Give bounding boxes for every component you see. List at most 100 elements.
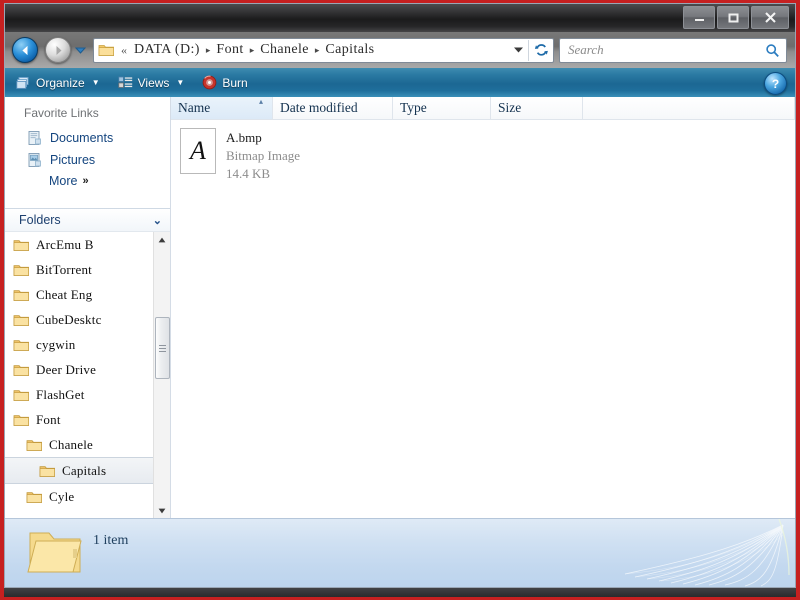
triangle-up-icon (158, 237, 166, 243)
views-label: Views (137, 75, 170, 90)
breadcrumb-overflow-button[interactable]: « (119, 43, 130, 58)
column-header[interactable]: Size (491, 97, 583, 119)
folder-icon (39, 465, 55, 477)
folder-tree-item[interactable]: FlashGet (5, 382, 170, 407)
folder-tree[interactable]: ArcEmu B BitTorrent Cheat Eng CubeDesktc cyg… (5, 231, 170, 519)
folder-tree-item[interactable]: BitTorrent (5, 257, 170, 282)
breadcrumb-item-0[interactable]: DATA (D:) (131, 41, 203, 59)
close-button[interactable] (751, 6, 789, 29)
folder-icon (13, 314, 29, 326)
breadcrumb-item-1[interactable]: Font (213, 41, 246, 59)
navigation-bar: « DATA (D:) ▸ Font ▸ Chanele ▸ Capitals (5, 32, 795, 68)
folder-icon (39, 464, 56, 478)
folder-icon (26, 491, 42, 503)
breadcrumb-separator-2[interactable]: ▸ (313, 45, 322, 56)
sort-ascending-icon: ▴ (258, 97, 263, 106)
column-header[interactable]: Name ▴ (171, 97, 273, 119)
maximize-button[interactable] (717, 6, 749, 29)
folder-tree-item-label: CubeDesktc (36, 311, 102, 327)
minimize-button[interactable] (683, 6, 715, 29)
sidebar-item-label: Documents (50, 131, 114, 145)
sidebar: Favorite Links Documents Pictures More »… (5, 97, 171, 519)
back-button[interactable] (12, 37, 38, 63)
folder-tree-item[interactable]: Cheat Eng (5, 282, 170, 307)
screenshot-frame: « DATA (D:) ▸ Font ▸ Chanele ▸ Capitals (0, 0, 800, 600)
folder-tree-item[interactable]: Deer Drive (5, 357, 170, 382)
sidebar-item-label: Pictures (50, 153, 96, 167)
folder-tree-item[interactable]: Chanele (5, 432, 170, 457)
folder-icon (13, 363, 30, 377)
triangle-down-icon (158, 508, 166, 514)
burn-button[interactable]: Burn (195, 72, 254, 94)
folder-icon (13, 339, 29, 351)
file-name: A.bmp (226, 130, 262, 145)
sidebar-more-button[interactable]: More » (5, 171, 170, 191)
folder-icon (13, 313, 30, 327)
pictures-icon (28, 153, 41, 167)
folder-icon (13, 288, 30, 302)
scroll-up-button[interactable] (154, 232, 170, 248)
folder-icon (13, 239, 29, 251)
breadcrumb-item-2[interactable]: Chanele (257, 41, 312, 59)
folder-tree-item-label: FlashGet (36, 386, 85, 402)
folder-tree-item-label: BitTorrent (36, 261, 92, 277)
column-header[interactable]: Type (393, 97, 491, 119)
list-item[interactable]: A A.bmp Bitmap Image 14.4 KB (171, 120, 400, 182)
folder-icon (13, 413, 30, 427)
sidebar-item-documents[interactable]: Documents (5, 127, 170, 149)
breadcrumb-separator-1[interactable]: ▸ (248, 45, 257, 56)
status-bar: 1 item (5, 518, 795, 587)
window-controls (683, 6, 789, 29)
folder-icon (26, 439, 42, 451)
scrollbar-thumb[interactable] (155, 317, 170, 379)
minimize-icon (694, 19, 704, 21)
search-icon[interactable] (765, 43, 780, 58)
folder-tree-item[interactable]: CubeDesktc (5, 307, 170, 332)
folder-icon (13, 388, 30, 402)
folders-section-header[interactable]: Folders ⌄ (5, 208, 170, 231)
organize-button[interactable]: Organize ▼ (9, 72, 107, 94)
folder-icon (98, 45, 114, 56)
folder-icon (13, 264, 29, 276)
column-header[interactable] (583, 97, 795, 119)
sidebar-item-pictures[interactable]: Pictures (5, 149, 170, 171)
views-button[interactable]: Views ▼ (111, 72, 192, 94)
chevron-down-icon: ⌄ (152, 214, 162, 227)
folder-tree-item-label: Cyle (49, 488, 75, 504)
folder-icon (13, 338, 30, 352)
address-dropdown-button[interactable] (508, 40, 528, 61)
folder-tree-item[interactable]: cygwin (5, 332, 170, 357)
file-type: Bitmap Image (226, 148, 301, 163)
burn-label: Burn (222, 75, 248, 90)
window-body: Favorite Links Documents Pictures More »… (5, 97, 795, 519)
refresh-icon (534, 44, 548, 56)
status-text: 1 item (93, 533, 129, 548)
title-bar (5, 4, 795, 32)
chevron-down-icon: ▼ (91, 78, 100, 87)
folder-large-icon (27, 527, 83, 582)
folder-tree-scrollbar[interactable] (153, 232, 170, 519)
help-button[interactable]: ? (764, 72, 787, 95)
folder-tree-item[interactable]: Font (5, 407, 170, 432)
folder-tree-item-label: Font (36, 411, 61, 427)
file-rows[interactable]: A A.bmp Bitmap Image 14.4 KB (171, 120, 795, 519)
column-header[interactable]: Date modified (273, 97, 393, 119)
scroll-down-button[interactable] (154, 503, 170, 519)
folder-tree-item[interactable]: Cyle (5, 484, 170, 509)
folder-icon (26, 490, 43, 504)
recent-pages-button[interactable] (74, 44, 87, 57)
folder-tree-item[interactable]: ArcEmu B (5, 232, 170, 257)
breadcrumb-item-3[interactable]: Capitals (322, 41, 377, 59)
address-bar[interactable]: « DATA (D:) ▸ Font ▸ Chanele ▸ Capitals (93, 37, 554, 63)
folders-label: Folders (19, 213, 61, 227)
folder-icon (13, 364, 29, 376)
folder-tree-item-label: Cheat Eng (36, 286, 93, 302)
help-label: ? (771, 76, 780, 91)
refresh-button[interactable] (528, 39, 553, 61)
search-input[interactable]: Search (559, 37, 787, 63)
breadcrumb-separator-0[interactable]: ▸ (204, 45, 213, 56)
explorer-window: « DATA (D:) ▸ Font ▸ Chanele ▸ Capitals (4, 3, 796, 588)
views-icon (118, 76, 132, 88)
folder-tree-item[interactable]: Capitals (5, 457, 170, 484)
